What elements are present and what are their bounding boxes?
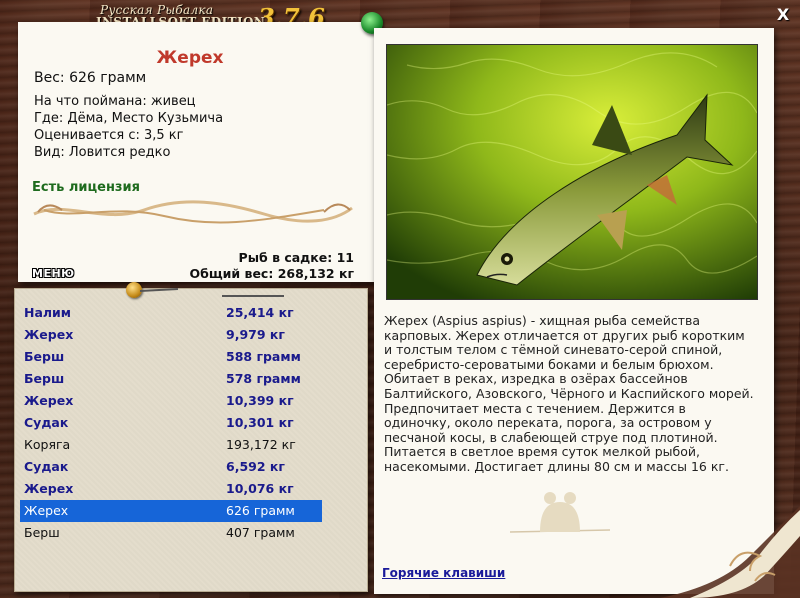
- list-item-name: Судак: [24, 415, 69, 430]
- list-item-weight: 10,399 кг: [226, 393, 294, 408]
- divider-ornament: [33, 200, 353, 224]
- list-item[interactable]: Берш 407 грамм: [20, 522, 322, 544]
- list-item-weight: 6,592 кг: [226, 459, 285, 474]
- list-item-weight: 25,414 кг: [226, 305, 294, 320]
- list-item-weight: 10,301 кг: [226, 415, 294, 430]
- list-item[interactable]: Жерех 10,076 кг: [20, 478, 322, 500]
- list-item[interactable]: Жерех 626 грамм: [20, 500, 322, 522]
- page-curl-ornament: [660, 506, 800, 598]
- list-item-weight: 9,979 кг: [226, 327, 285, 342]
- fish-name: Жерех: [156, 48, 224, 68]
- list-item-name: Берш: [24, 525, 60, 540]
- list-item[interactable]: Жерех 10,399 кг: [20, 390, 322, 412]
- list-item-weight: 407 грамм: [226, 525, 295, 540]
- list-item-weight: 193,172 кг: [226, 437, 296, 452]
- list-item-name: Жерех: [24, 393, 74, 408]
- keepnet-count: Рыб в садке: 11: [238, 250, 354, 265]
- list-item-weight: 626 грамм: [226, 503, 295, 518]
- catch-weight: Вес: 626 грамм: [34, 70, 147, 86]
- keepnet-total-weight: Общий вес: 268,132 кг: [189, 266, 355, 281]
- list-item-name: Коряга: [24, 437, 71, 452]
- fish-photo: [386, 44, 758, 300]
- catch-rated-from: Оценивается с: 3,5 кг: [34, 128, 184, 143]
- list-item[interactable]: Налим 25,414 кг: [20, 302, 322, 324]
- list-item-name: Налим: [24, 305, 72, 320]
- list-item[interactable]: Судак 10,301 кг: [20, 412, 322, 434]
- pin-needle-right: [222, 295, 284, 297]
- fish-description: Жерех (Aspius aspius) - хищная рыба семе…: [384, 313, 754, 474]
- catch-type: Вид: Ловится редко: [34, 145, 171, 160]
- license-status: Есть лицензия: [32, 180, 140, 195]
- list-item-name: Жерех: [24, 327, 74, 342]
- fisherman-watermark-icon: [509, 492, 611, 533]
- menu-button[interactable]: МЕНЮ: [32, 267, 75, 280]
- list-item-weight: 578 грамм: [226, 371, 301, 386]
- list-item-name: Жерех: [24, 503, 69, 518]
- list-item-weight: 588 грамм: [226, 349, 301, 364]
- list-item-name: Берш: [24, 371, 65, 386]
- list-item-weight: 10,076 кг: [226, 481, 294, 496]
- list-item-name: Берш: [24, 349, 65, 364]
- close-button[interactable]: X: [774, 6, 792, 24]
- catch-info-card: Жерех Вес: 626 грамм На что поймана: жив…: [18, 22, 374, 282]
- list-item[interactable]: Жерех 9,979 кг: [20, 324, 322, 346]
- catch-bait: На что поймана: живец: [34, 94, 196, 109]
- list-item[interactable]: Судак 6,592 кг: [20, 456, 322, 478]
- list-item-name: Судак: [24, 459, 69, 474]
- list-item[interactable]: Берш 578 грамм: [20, 368, 322, 390]
- list-item-name: Жерех: [24, 481, 74, 496]
- list-item[interactable]: Коряга 193,172 кг: [20, 434, 322, 456]
- hotkeys-link[interactable]: Горячие клавиши: [382, 566, 505, 580]
- list-item[interactable]: Берш 588 грамм: [20, 346, 322, 368]
- catch-location: Где: Дёма, Место Кузьмича: [34, 111, 224, 126]
